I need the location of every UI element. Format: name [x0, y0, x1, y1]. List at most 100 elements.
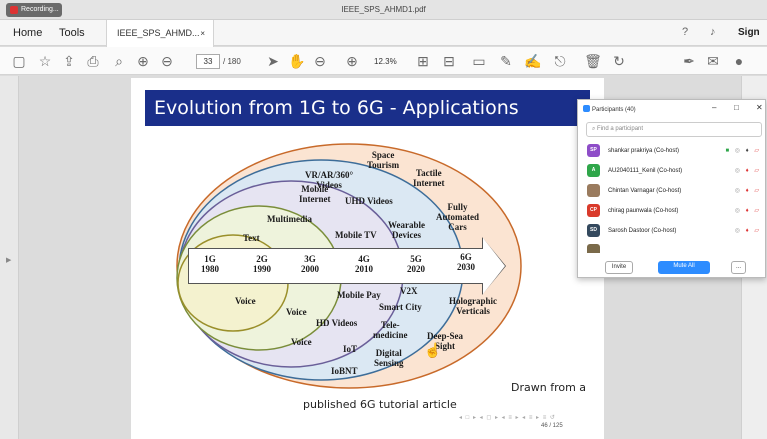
mute-all-button[interactable]: Mute All — [658, 261, 710, 274]
label-voice-4g: Voice — [291, 337, 312, 347]
video-off-icon: ▱ — [754, 228, 761, 234]
fit-page-icon[interactable]: ⊞ — [414, 52, 432, 70]
label-multimedia: Multimedia — [267, 214, 312, 224]
zoom-out-icon[interactable]: ⊖ — [311, 52, 329, 70]
save-icon[interactable]: ▢ — [10, 52, 28, 70]
pdf-slide: Evolution from 1G to 6G - Applications 1… — [131, 78, 604, 439]
label-smart-city: Smart City — [379, 302, 422, 312]
invite-button[interactable]: Invite — [605, 261, 633, 274]
hand-tool-icon[interactable]: ✋ — [288, 52, 306, 70]
menu-tools[interactable]: Tools — [59, 20, 85, 46]
video-on-icon: ■ — [725, 148, 732, 154]
label-mobile-tv: Mobile TV — [335, 230, 377, 240]
label-space-tourism: Space Tourism — [367, 150, 400, 170]
video-off-icon: ▱ — [754, 208, 761, 214]
avatar: SD — [587, 224, 600, 237]
mic-muted-icon: ♦ — [745, 228, 751, 234]
maximize-icon[interactable]: □ — [734, 103, 739, 112]
participant-row[interactable]: SD Sarosh Dastoor (Co-host) ◎ ♦ ▱ — [578, 221, 767, 241]
select-cursor-icon[interactable]: ➤ — [264, 52, 282, 70]
participant-row[interactable]: Chintan Varnagar (Co-host) ◎ ♦ ▱ — [578, 181, 767, 201]
fill-sign-icon[interactable]: ✒ — [680, 52, 698, 70]
participant-status-icons: ◎ ♦ ▱ — [734, 188, 761, 194]
mic-muted-icon: ♦ — [745, 188, 751, 194]
label-voice-2g: Voice — [235, 296, 256, 306]
sign-icon[interactable]: ✍ — [524, 52, 542, 70]
avatar: SP — [587, 144, 600, 157]
mic-muted-icon: ♦ — [745, 208, 751, 214]
timeline-arrow — [188, 248, 486, 284]
video-off-icon: ▱ — [754, 148, 761, 154]
label-fully: Fully Automated Cars — [436, 202, 479, 232]
window-title: IEEE_SPS_AHMD1.pdf — [341, 5, 426, 14]
label-mobile-internet: Mobile Internet — [299, 184, 331, 204]
rotate-icon[interactable]: ↻ — [610, 52, 628, 70]
label-telemedicine: Tele- medicine — [373, 320, 408, 340]
label-iot: IoT — [343, 344, 358, 354]
stamp-icon[interactable]: ⎋ — [551, 52, 569, 70]
toolbar: ▢ ☆ ⇪ ⎙ ⌕ ⊕ ⊖ 33 / 180 ➤ ✋ ⊖ ⊕ 12.3% ⊞ ⊟… — [0, 47, 767, 75]
participant-row-partial[interactable] — [578, 241, 767, 253]
hand-cursor-icon: ☝ — [424, 342, 442, 358]
document-tab[interactable]: IEEE_SPS_AHMD... × — [106, 20, 214, 47]
expand-left-panel-icon[interactable]: ▶ — [6, 256, 11, 264]
participant-search-input[interactable]: ⌕ Find a participant — [586, 122, 762, 137]
mic-on-icon: ♦ — [745, 148, 751, 154]
more-options-button[interactable]: ... — [731, 261, 746, 274]
comment-icon[interactable]: ▭ — [470, 52, 488, 70]
caption-line1: Drawn from a — [511, 381, 587, 394]
participant-status-icons: ◎ ♦ ▱ — [734, 228, 761, 234]
help-icon[interactable]: ? — [682, 26, 688, 38]
print-icon[interactable]: ⎙ — [84, 52, 102, 70]
participant-row[interactable]: A AU2040111_Kenil (Co-host) ◎ ♦ ▱ — [578, 161, 767, 181]
label-uhd: UHD Videos — [345, 196, 393, 206]
slide-page-number: 46 / 125 — [541, 423, 563, 429]
label-wearable: Wearable Devices — [388, 220, 425, 240]
participant-status-icons: ■ ◎ ♦ ▱ — [725, 148, 761, 154]
participant-status-icons: ◎ ♦ ▱ — [734, 168, 761, 174]
label-iobnt: IoBNT — [331, 366, 358, 376]
trash-icon[interactable]: 🗑 — [584, 52, 602, 70]
bookmark-star-icon[interactable]: ☆ — [36, 52, 54, 70]
upload-icon[interactable]: ⇪ — [60, 52, 78, 70]
bell-icon[interactable]: ♪ — [710, 26, 716, 38]
page-up-icon[interactable]: ⊕ — [134, 52, 152, 70]
avatar — [587, 244, 600, 253]
left-panel-gutter: ▶ — [0, 76, 19, 439]
mic-muted-icon: ♦ — [745, 168, 751, 174]
minimize-icon[interactable]: – — [712, 103, 716, 112]
mail-icon[interactable]: ✉ — [704, 52, 722, 70]
zoom-in-icon[interactable]: ⊕ — [343, 52, 361, 70]
label-hd-videos: HD Videos — [316, 318, 358, 328]
timeline-arrow-head — [483, 238, 505, 294]
video-off-icon: ▱ — [754, 168, 761, 174]
menu-home[interactable]: Home — [13, 20, 42, 46]
label-holographic: Holographic Verticals — [449, 296, 498, 316]
page-down-icon[interactable]: ⊖ — [158, 52, 176, 70]
participants-footer: Invite Mute All ... — [578, 258, 767, 278]
avatar: CP — [587, 204, 600, 217]
close-panel-icon[interactable]: ✕ — [756, 103, 763, 112]
avatar: A — [587, 164, 600, 177]
page-total: / 180 — [223, 57, 241, 66]
label-v2x: V2X — [400, 286, 418, 296]
zoom-level[interactable]: 12.3% — [374, 54, 397, 69]
caption-line2: published 6G tutorial article — [303, 398, 457, 411]
avatar — [587, 184, 600, 197]
label-digital-sensing: Digital Sensing — [374, 348, 404, 368]
participants-title: Participants (40) — [583, 105, 636, 113]
label-mobile-pay: Mobile Pay — [337, 290, 381, 300]
more-tools-icon[interactable]: ● — [730, 52, 748, 70]
beamer-nav-icons[interactable]: ◂ □ ▸ ◂ ◻ ▸ ◂ ≡ ▸ ◂ ≡ ▸ ≡ ↺ — [459, 414, 556, 421]
label-voice-3g: Voice — [286, 307, 307, 317]
participant-row[interactable]: CP chirag paunwala (Co-host) ◎ ♦ ▱ — [578, 201, 767, 221]
close-tab-icon[interactable]: × — [200, 20, 205, 47]
participants-panel: Participants (40) – □ ✕ ⌕ Find a partici… — [577, 99, 766, 278]
label-tactile: Tactile Internet — [413, 168, 445, 188]
zoom-search-icon[interactable]: ⌕ — [110, 52, 128, 70]
pen-icon[interactable]: ✎ — [497, 52, 515, 70]
page-number-input[interactable]: 33 — [196, 54, 220, 69]
video-off-icon: ▱ — [754, 188, 761, 194]
participant-row[interactable]: SP shankar prakriya (Co-host) ■ ◎ ♦ ▱ — [578, 141, 767, 161]
read-mode-icon[interactable]: ⊟ — [440, 52, 458, 70]
